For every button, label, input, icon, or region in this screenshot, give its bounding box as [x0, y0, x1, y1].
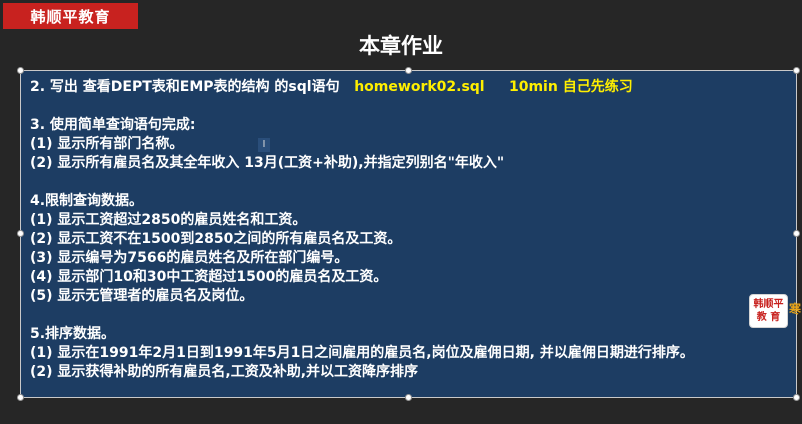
- question-3-item: (2) 显示所有雇员名及其全年收入 13月(工资+补助),并指定列别名"年收入": [30, 155, 505, 171]
- question-3-heading: 3. 使用简单查询语句完成:: [30, 117, 196, 133]
- question-4-item: (3) 显示编号为7566的雇员姓名及所在部门编号。: [30, 250, 349, 266]
- resize-handle-middle-left[interactable]: [17, 230, 24, 237]
- question-4-heading: 4.限制查询数据。: [30, 193, 144, 209]
- text-cursor-icon: I: [258, 138, 270, 152]
- question-2-time: 10min 自己先练习: [508, 79, 633, 95]
- question-5-item: (2) 显示获得补助的所有雇员名,工资及补助,并以工资降序排序: [30, 364, 419, 380]
- slide-title: 本章作业: [359, 34, 443, 58]
- resize-handle-bottom-left[interactable]: [17, 394, 24, 401]
- resize-handle-top-left[interactable]: [17, 67, 24, 74]
- question-4-item: (2) 显示工资不在1500到2850之间的所有雇员名及工资。: [30, 231, 402, 247]
- question-2-text: 2. 写出 查看DEPT表和EMP表的结构 的sql语句: [30, 79, 340, 95]
- badge-line-2: 教 育: [756, 312, 781, 323]
- question-4-item: (4) 显示部门10和30中工资超过1500的雇员名及工资。: [30, 269, 388, 285]
- homework-text[interactable]: 2. 写出 查看DEPT表和EMP表的结构 的sql语句 homework02.…: [30, 78, 790, 382]
- resize-handle-top-right[interactable]: [793, 67, 800, 74]
- resize-handle-bottom-right[interactable]: [793, 394, 800, 401]
- resize-handle-bottom-center[interactable]: [405, 394, 412, 401]
- resize-handle-top-center[interactable]: [405, 67, 412, 74]
- badge-line-1: 韩顺平: [753, 299, 784, 310]
- watermark-badge: 韩顺平 教 育: [749, 294, 788, 328]
- resize-handle-middle-right[interactable]: [793, 230, 800, 237]
- brand-logo: 韩顺平教育: [3, 3, 138, 29]
- question-5-item: (1) 显示在1991年2月1日到1991年5月1日之间雇用的雇员名,岗位及雇佣…: [30, 345, 694, 361]
- question-2: 2. 写出 查看DEPT表和EMP表的结构 的sql语句 homework02.…: [30, 78, 790, 97]
- question-4-item: (1) 显示工资超过2850的雇员姓名和工资。: [30, 212, 307, 228]
- question-5-heading: 5.排序数据。: [30, 326, 116, 342]
- question-3-item: (1) 显示所有部门名称。: [30, 136, 184, 152]
- question-4-item: (5) 显示无管理者的雇员名及岗位。: [30, 288, 254, 304]
- badge-side-glyph: 寒: [789, 302, 802, 316]
- question-2-file: homework02.sql: [354, 79, 485, 95]
